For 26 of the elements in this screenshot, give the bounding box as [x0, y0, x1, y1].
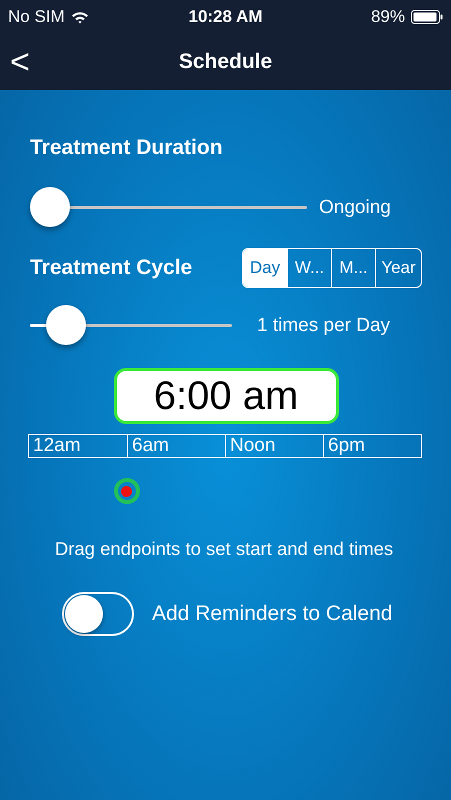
toggle-label: Add Reminders to Calend — [152, 602, 392, 626]
segment-tab[interactable]: W... — [287, 249, 331, 287]
wifi-icon — [70, 10, 89, 24]
hint-text: Drag endpoints to set start and end times — [54, 538, 394, 560]
section-heading: Treatment Duration — [30, 136, 224, 160]
screen-title: Schedule — [178, 50, 272, 74]
endpoint-handle[interactable] — [114, 478, 140, 504]
battery-icon — [410, 10, 443, 24]
back-button[interactable]: < — [10, 42, 30, 82]
clock: 10:28 AM — [188, 7, 262, 27]
carrier: No SIM — [8, 7, 65, 27]
segment-tab[interactable]: M... — [331, 249, 375, 287]
slider-value: Ongoing — [319, 197, 391, 219]
timeline-label: 6pm — [323, 435, 421, 457]
timeline-label: Noon — [225, 435, 323, 457]
segment-tab[interactable]: Year — [375, 249, 421, 287]
slider-thumb[interactable] — [46, 305, 86, 345]
toggle-switch[interactable] — [62, 592, 134, 636]
time-display: 6:00 am — [114, 368, 338, 424]
slider-value: 1 times per Day — [257, 315, 390, 337]
battery-percentage: 89% — [370, 7, 405, 27]
slider-thumb[interactable] — [30, 187, 70, 227]
section-heading: Treatment Cycle — [30, 256, 192, 280]
timeline-label: 12am — [32, 435, 82, 457]
segment-tab[interactable]: Day — [243, 249, 287, 287]
timeline-label: 6am — [127, 435, 225, 457]
